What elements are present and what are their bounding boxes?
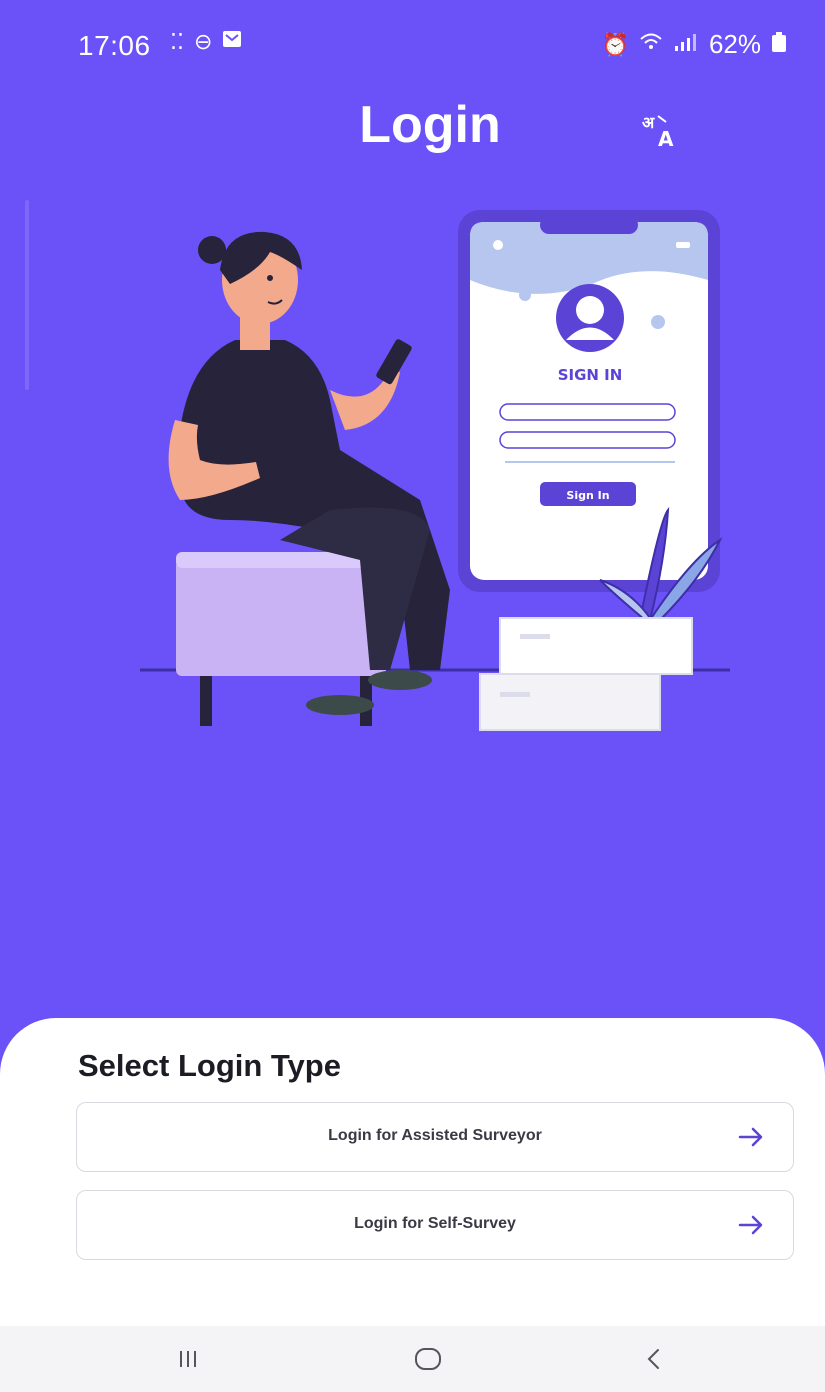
sheet-title: Select Login Type bbox=[78, 1048, 341, 1083]
status-icons-right: ⏰ 62% bbox=[602, 29, 787, 60]
status-icons-left: ⁚⁚ ⊖ bbox=[170, 29, 242, 55]
login-option-label: Login for Self-Survey bbox=[354, 1215, 516, 1232]
wifi-icon bbox=[639, 32, 663, 58]
edge-panel-handle[interactable] bbox=[25, 200, 29, 390]
login-option-label: Login for Assisted Surveyor bbox=[328, 1127, 542, 1144]
svg-text:अ: अ bbox=[642, 113, 655, 132]
phone-heading: SIGN IN bbox=[558, 366, 623, 384]
svg-text:A: A bbox=[658, 127, 674, 151]
arrow-right-icon bbox=[738, 1215, 763, 1235]
dots-icon: ⁚⁚ bbox=[170, 29, 184, 54]
message-icon bbox=[222, 29, 242, 55]
translate-icon[interactable]: अ A bbox=[640, 108, 684, 152]
back-icon[interactable] bbox=[624, 1338, 684, 1380]
recents-icon[interactable] bbox=[158, 1338, 218, 1380]
alarm-icon: ⏰ bbox=[601, 31, 629, 57]
minus-circle-icon: ⊖ bbox=[194, 29, 213, 54]
arrow-right-icon bbox=[738, 1127, 763, 1147]
page-title: Login bbox=[359, 96, 501, 154]
login-illustration: SIGN IN Sign In bbox=[140, 210, 730, 731]
status-bar: 17:06 ⁚⁚ ⊖ ⏰ 62% bbox=[0, 0, 825, 80]
battery-percent: 62% bbox=[708, 29, 761, 59]
phone-button: Sign In bbox=[566, 489, 609, 502]
login-assisted-surveyor-button[interactable]: Login for Assisted Surveyor bbox=[76, 1102, 794, 1172]
system-nav-bar bbox=[0, 1326, 825, 1392]
home-icon[interactable] bbox=[398, 1338, 458, 1380]
battery-icon bbox=[771, 31, 787, 59]
signal-icon bbox=[673, 32, 699, 58]
login-self-survey-button[interactable]: Login for Self-Survey bbox=[76, 1190, 794, 1260]
status-time: 17:06 bbox=[78, 30, 151, 61]
stool-graphic bbox=[176, 560, 386, 676]
